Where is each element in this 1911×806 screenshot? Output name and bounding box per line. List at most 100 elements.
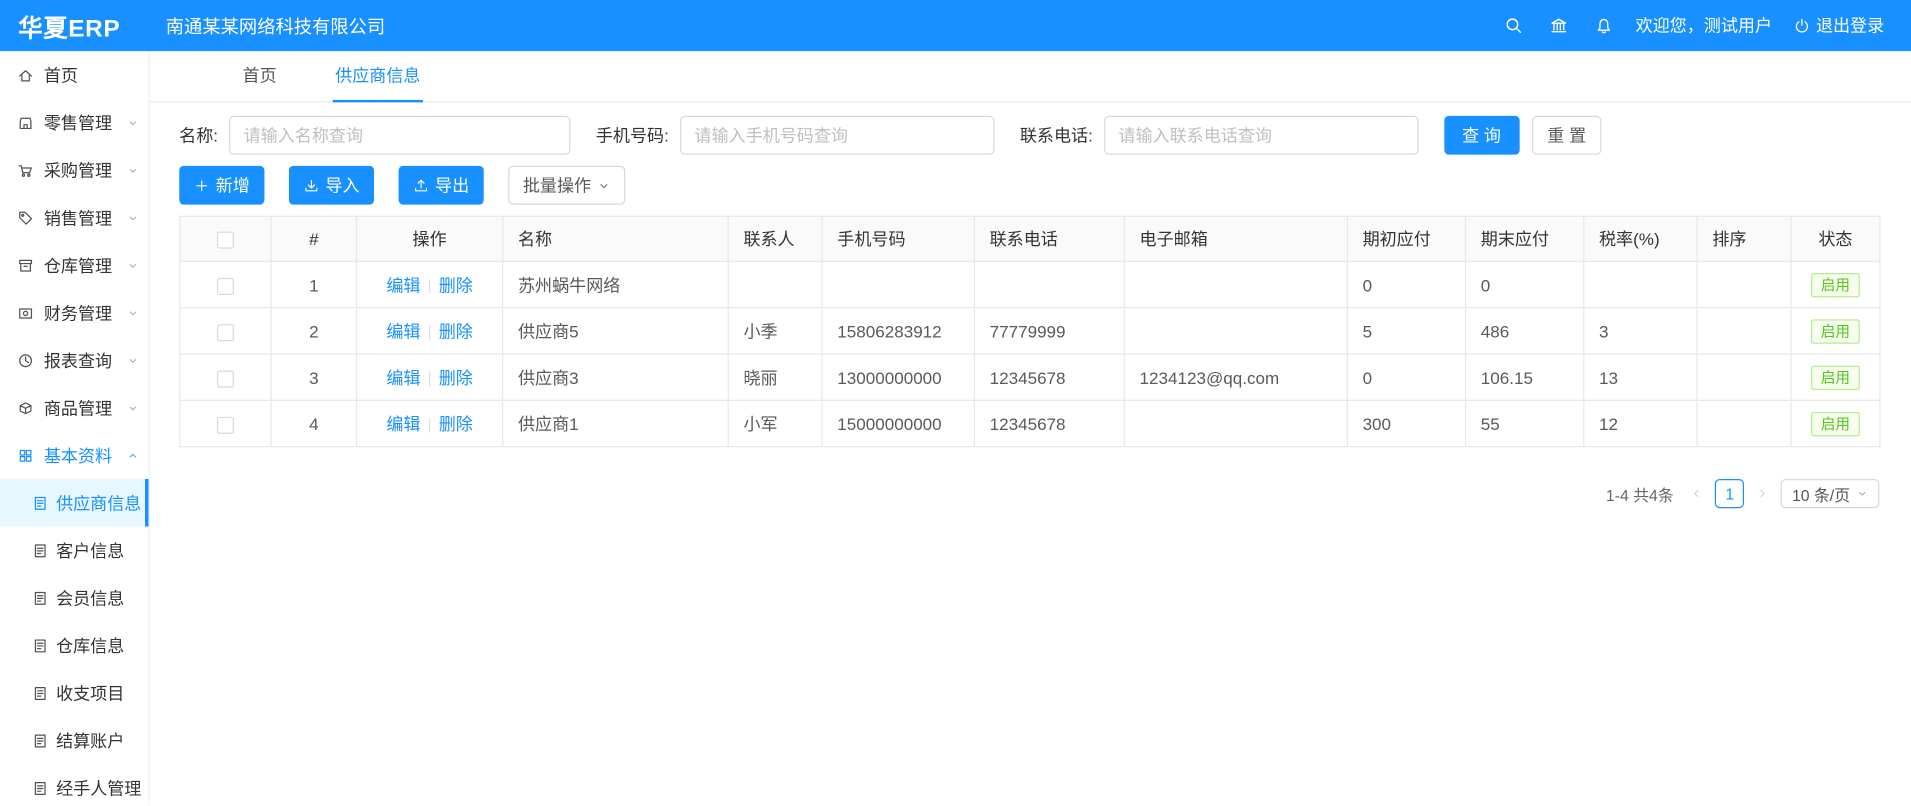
add-button-label: 新增 <box>216 173 250 197</box>
select-all-cell <box>180 216 271 261</box>
sidebar-subitem-member[interactable]: 会员信息 <box>0 574 149 622</box>
chevron-down-icon <box>1856 488 1868 500</box>
chevron-down-icon <box>127 384 139 432</box>
search-button[interactable]: 查 询 <box>1444 116 1519 155</box>
edit-link[interactable]: 编辑 <box>386 321 420 341</box>
logout-label: 退出登录 <box>1816 13 1884 37</box>
edit-link[interactable]: 编辑 <box>386 414 420 434</box>
sidebar-item-label: 仓库信息 <box>56 633 124 657</box>
cell-sort <box>1697 400 1791 446</box>
search-icon[interactable] <box>1504 16 1524 36</box>
cell-end: 55 <box>1466 400 1584 446</box>
cell-email <box>1124 400 1347 446</box>
sidebar-item-report[interactable]: 报表查询 <box>0 336 149 384</box>
row-actions: 编辑删除 <box>356 400 502 446</box>
export-button[interactable]: 导出 <box>399 166 484 205</box>
sidebar-item-warehouse[interactable]: 仓库管理 <box>0 241 149 289</box>
cell-begin: 0 <box>1347 354 1465 400</box>
welcome-text: 欢迎您，测试用户 <box>1636 13 1773 37</box>
sidebar-item-purchase[interactable]: 采购管理 <box>0 146 149 194</box>
cell-mobile <box>822 261 974 307</box>
cell-contact: 小季 <box>728 308 822 354</box>
sidebar-item-label: 基本资料 <box>44 443 112 467</box>
app: 华夏ERP 南通某某网络科技有限公司 欢迎您，测试用户 退出登录 首页零售管理采… <box>0 0 1911 806</box>
page-size-value: 10 条/页 <box>1792 482 1850 505</box>
chevron-down-icon <box>597 179 610 192</box>
sidebar-item-sales[interactable]: 销售管理 <box>0 194 149 242</box>
logout-button[interactable]: 退出登录 <box>1793 13 1884 37</box>
mobile-filter-input[interactable] <box>680 116 994 155</box>
sidebar-item-retail[interactable]: 零售管理 <box>0 99 149 147</box>
cell-sort <box>1697 261 1791 307</box>
sidebar-item-goods[interactable]: 商品管理 <box>0 384 149 432</box>
page-size-select[interactable]: 10 条/页 <box>1781 479 1879 508</box>
grid-icon <box>17 447 34 464</box>
prev-page-button[interactable] <box>1690 486 1705 501</box>
cell-email <box>1124 308 1347 354</box>
doc-icon <box>32 684 49 701</box>
edit-link[interactable]: 编辑 <box>386 367 420 387</box>
row-checkbox[interactable] <box>217 324 234 341</box>
chevron-down-icon <box>127 336 139 384</box>
edit-link[interactable]: 编辑 <box>386 275 420 295</box>
cell-contact: 小军 <box>728 400 822 446</box>
chevron-up-icon <box>127 431 139 479</box>
sidebar-subitem-income-expense[interactable]: 收支项目 <box>0 669 149 717</box>
row-checkbox[interactable] <box>217 370 234 387</box>
import-button-label: 导入 <box>325 173 359 197</box>
sidebar-subitem-settlement-account[interactable]: 结算账户 <box>0 717 149 765</box>
bank-icon[interactable] <box>1549 16 1569 36</box>
column-header: 排序 <box>1697 216 1791 261</box>
next-page-button[interactable] <box>1755 486 1770 501</box>
sidebar-item-label: 首页 <box>44 63 78 87</box>
batch-actions-label: 批量操作 <box>523 173 591 197</box>
cell-contact <box>728 261 822 307</box>
page-number[interactable]: 1 <box>1715 479 1744 508</box>
tel-filter-input[interactable] <box>1104 116 1418 155</box>
app-logo: 华夏ERP <box>0 8 150 43</box>
cell-tax: 13 <box>1584 354 1697 400</box>
column-header: 状态 <box>1791 216 1880 261</box>
logout-icon <box>1793 16 1811 34</box>
chevron-down-icon <box>127 289 139 337</box>
doc-icon <box>32 637 49 654</box>
cell-end: 106.15 <box>1466 354 1584 400</box>
cell-end: 0 <box>1466 261 1584 307</box>
status-badge: 启用 <box>1811 365 1860 389</box>
sidebar-subitem-handler[interactable]: 经手人管理 <box>0 764 149 805</box>
row-actions: 编辑删除 <box>356 261 502 307</box>
sidebar-item-label: 仓库管理 <box>44 253 112 277</box>
column-header: 税率(%) <box>1584 216 1697 261</box>
delete-link[interactable]: 删除 <box>439 367 473 387</box>
batch-actions-button[interactable]: 批量操作 <box>508 166 625 205</box>
add-button[interactable]: 新增 <box>179 166 264 205</box>
doc-icon <box>32 542 49 559</box>
action-divider <box>429 325 430 340</box>
pagination-total: 1-4 共4条 <box>1606 482 1674 505</box>
sidebar-item-home[interactable]: 首页 <box>0 51 149 99</box>
cell-mobile: 15000000000 <box>822 400 974 446</box>
cell-name: 供应商3 <box>503 354 728 400</box>
reset-button[interactable]: 重 置 <box>1531 116 1602 155</box>
row-checkbox[interactable] <box>217 416 234 433</box>
delete-link[interactable]: 删除 <box>439 414 473 434</box>
row-index: 1 <box>271 261 356 307</box>
column-header: # <box>271 216 356 261</box>
sidebar-subitem-supplier[interactable]: 供应商信息 <box>0 479 149 527</box>
sidebar-item-finance[interactable]: 财务管理 <box>0 289 149 337</box>
tab-home[interactable]: 首页 <box>240 51 279 102</box>
sidebar-item-basic[interactable]: 基本资料 <box>0 431 149 479</box>
name-filter-input[interactable] <box>229 116 570 155</box>
sidebar-menu: 首页零售管理采购管理销售管理仓库管理财务管理报表查询商品管理基本资料供应商信息客… <box>0 51 149 805</box>
bell-icon[interactable] <box>1594 16 1614 36</box>
sidebar-subitem-customer[interactable]: 客户信息 <box>0 527 149 575</box>
name-filter-label: 名称: <box>179 123 218 147</box>
delete-link[interactable]: 删除 <box>439 275 473 295</box>
tab-supplier[interactable]: 供应商信息 <box>333 51 423 102</box>
row-checkbox[interactable] <box>217 277 234 294</box>
import-button[interactable]: 导入 <box>289 166 374 205</box>
delete-link[interactable]: 删除 <box>439 321 473 341</box>
sidebar-subitem-warehouse-info[interactable]: 仓库信息 <box>0 622 149 670</box>
select-all-checkbox[interactable] <box>217 232 234 249</box>
row-actions: 编辑删除 <box>356 308 502 354</box>
